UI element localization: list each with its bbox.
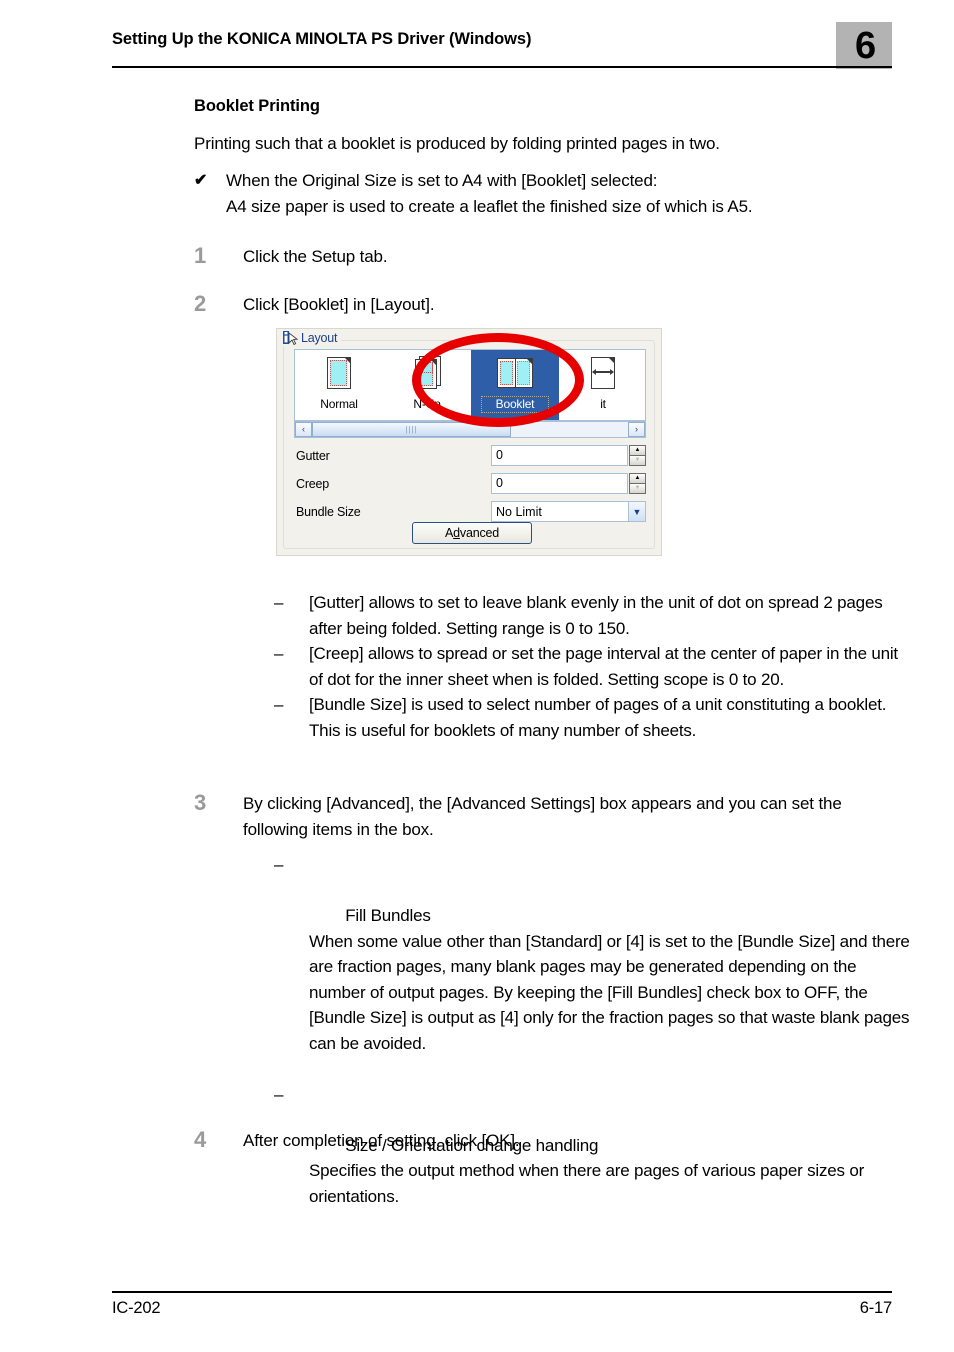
- list-item: – [Bundle Size] is used to select number…: [274, 692, 912, 743]
- step-number: 1: [194, 243, 207, 268]
- checkmark-icon: ✔: [194, 172, 208, 189]
- dash-bullet: –: [274, 1084, 284, 1104]
- creep-input[interactable]: 0: [491, 473, 628, 494]
- footer-document-id: IC-202: [112, 1299, 161, 1317]
- groupbox-legend: Layout: [283, 330, 342, 346]
- page-split-icon: [583, 356, 623, 394]
- note-line-1: When the Original Size is set to A4 with…: [226, 171, 658, 190]
- field-row-creep: Creep 0 ▲ ▼: [294, 473, 646, 496]
- gallery-item-booklet[interactable]: Booklet: [471, 350, 559, 420]
- document-page: Setting Up the KONICA MINOLTA PS Driver …: [0, 0, 954, 1352]
- page-nup-icon: [407, 356, 447, 394]
- advanced-button[interactable]: Advanced: [412, 522, 532, 544]
- gallery-horizontal-scrollbar[interactable]: ‹ |||| ›: [294, 421, 646, 438]
- field-row-bundle-size: Bundle Size No Limit ▼: [294, 501, 646, 524]
- creep-stepper[interactable]: ▲ ▼: [629, 473, 646, 494]
- footer-page-number: 6-17: [859, 1299, 892, 1317]
- dash-bullet: –: [274, 644, 284, 663]
- scroll-left-arrow-icon[interactable]: ‹: [295, 422, 312, 437]
- stepper-up-icon[interactable]: ▲: [629, 473, 646, 484]
- chapter-number: 6: [855, 25, 877, 67]
- dash-bullet: –: [274, 855, 284, 874]
- header-title: Setting Up the KONICA MINOLTA PS Driver …: [112, 30, 532, 48]
- footer-divider: [112, 1291, 892, 1293]
- intro-paragraph: Printing such that a booklet is produced…: [194, 134, 720, 153]
- note-text: When the Original Size is set to A4 with…: [226, 168, 906, 219]
- stepper-down-icon[interactable]: ▼: [629, 455, 646, 466]
- field-row-gutter: Gutter 0 ▲ ▼: [294, 445, 646, 468]
- groupbox-title: Layout: [301, 331, 338, 345]
- step-text: After completion of setting, click [OK].: [243, 1131, 520, 1150]
- creep-label: Creep: [296, 477, 330, 491]
- dash-bullet: –: [274, 593, 284, 612]
- scroll-right-arrow-icon[interactable]: ›: [628, 422, 645, 437]
- list-item-text: [Bundle Size] is used to select number o…: [309, 695, 887, 740]
- note-line-2: A4 size paper is used to create a leafle…: [226, 196, 753, 216]
- gallery-item-label: it: [600, 397, 606, 411]
- gutter-stepper[interactable]: ▲ ▼: [629, 445, 646, 466]
- page-booklet-icon: [495, 356, 535, 394]
- list-item: – Fill Bundles When some value other tha…: [274, 852, 914, 1082]
- step-text: By clicking [Advanced], the [Advanced Se…: [243, 794, 842, 839]
- gutter-input[interactable]: 0: [491, 445, 628, 466]
- gallery-item-label: N-Up: [413, 397, 441, 411]
- scrollbar-track[interactable]: ||||: [312, 422, 628, 437]
- stepper-down-icon[interactable]: ▼: [629, 483, 646, 494]
- stepper-up-icon[interactable]: ▲: [629, 445, 646, 456]
- info-icon: [283, 330, 299, 346]
- gallery-item-split[interactable]: it: [559, 350, 645, 420]
- gallery-item-nup[interactable]: N-Up: [383, 350, 471, 420]
- gutter-label: Gutter: [296, 449, 330, 463]
- header-divider: [112, 66, 892, 68]
- layout-gallery[interactable]: Normal N-Up Booklet it: [294, 349, 646, 421]
- bundle-size-value: No Limit: [496, 504, 542, 519]
- section-heading: Booklet Printing: [194, 97, 320, 115]
- bundle-size-label: Bundle Size: [296, 505, 361, 519]
- step-text: Click [Booklet] in [Layout].: [243, 295, 435, 314]
- gutter-control[interactable]: 0 ▲ ▼: [491, 445, 646, 466]
- page-header: Setting Up the KONICA MINOLTA PS Driver …: [112, 30, 842, 70]
- advanced-button-label: Advanced: [444, 526, 499, 540]
- creep-control[interactable]: 0 ▲ ▼: [491, 473, 646, 494]
- step-number: 3: [194, 790, 207, 815]
- step-text: Click the Setup tab.: [243, 247, 388, 266]
- step-3-bullets: – Fill Bundles When some value other tha…: [274, 852, 914, 1235]
- bundle-size-select[interactable]: No Limit ▼: [491, 501, 646, 522]
- step-number: 2: [194, 291, 207, 316]
- gallery-item-label: Booklet: [480, 396, 550, 413]
- page-normal-icon: [319, 356, 359, 394]
- layout-groupbox: Layout Normal N-Up Booklet it ‹ |||| › G…: [283, 330, 655, 549]
- chevron-down-icon[interactable]: ▼: [628, 502, 645, 521]
- layout-dialog-screenshot: Layout Normal N-Up Booklet it ‹ |||| › G…: [276, 328, 662, 556]
- gallery-item-label: Normal: [320, 397, 358, 411]
- gallery-item-normal[interactable]: Normal: [295, 350, 383, 420]
- dash-bullet: –: [274, 695, 284, 714]
- step-2-bullets: – [Gutter] allows to set to leave blank …: [274, 590, 912, 743]
- list-item-text: [Gutter] allows to set to leave blank ev…: [309, 593, 883, 638]
- list-item-text: Fill Bundles When some value other than …: [309, 906, 910, 1053]
- list-item-text: [Creep] allows to spread or set the page…: [309, 644, 898, 689]
- scrollbar-thumb[interactable]: ||||: [312, 422, 512, 437]
- list-item: – Size / Orientation change handling Spe…: [274, 1082, 914, 1235]
- list-item: – [Gutter] allows to set to leave blank …: [274, 590, 912, 641]
- step-number: 4: [194, 1127, 207, 1152]
- list-item: – [Creep] allows to spread or set the pa…: [274, 641, 912, 692]
- bundle-size-control[interactable]: No Limit ▼: [491, 501, 646, 522]
